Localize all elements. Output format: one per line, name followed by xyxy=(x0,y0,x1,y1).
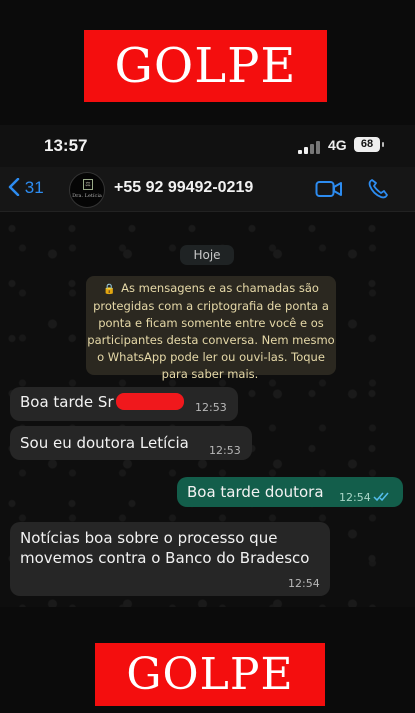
unread-count: 31 xyxy=(24,178,44,197)
signal-icon xyxy=(298,140,320,154)
double-check-icon xyxy=(373,492,389,502)
date-badge: Hoje xyxy=(180,245,234,265)
message-bubble[interactable]: Boa tarde doutora 12:54 xyxy=(177,477,403,507)
back-button[interactable]: 31 xyxy=(8,177,44,198)
message-bubble[interactable]: Boa tarde Sr 12:53 xyxy=(10,387,238,421)
message-bubble[interactable]: Notícias boa sobre o processo que movemo… xyxy=(10,522,330,596)
scam-warning-banner-bottom: GOLPE xyxy=(95,643,325,706)
encryption-text: As mensagens e as chamadas são protegida… xyxy=(87,281,335,381)
lock-icon: 🔒 xyxy=(103,284,116,295)
chat-area[interactable]: Hoje 🔒 As mensagens e as chamadas são pr… xyxy=(0,212,415,607)
phone-call-icon[interactable] xyxy=(367,178,389,204)
chat-header: 31 ⚖ Dra. Letícia +55 92 99492-0219 xyxy=(0,167,415,212)
message-text: Sou eu doutora Letícia xyxy=(20,434,189,452)
avatar-name: Dra. Letícia xyxy=(72,193,102,199)
video-call-icon[interactable] xyxy=(315,179,343,203)
network-type: 4G xyxy=(328,137,347,153)
message-text: Boa tarde Sr xyxy=(20,393,184,411)
message-time: 12:54 xyxy=(288,577,320,590)
message-text: Boa tarde doutora xyxy=(187,483,324,501)
message-text: Notícias boa sobre o processo que movemo… xyxy=(20,529,310,567)
message-time: 12:53 xyxy=(195,401,227,414)
message-time: 12:53 xyxy=(209,444,241,457)
avatar[interactable]: ⚖ Dra. Letícia xyxy=(69,172,105,208)
status-bar: 13:57 4G 68 xyxy=(0,125,415,167)
redaction-mark xyxy=(115,393,184,410)
chevron-left-icon xyxy=(8,177,20,197)
scam-warning-banner-top: GOLPE xyxy=(84,30,327,102)
logo-monogram: ⚖ xyxy=(83,179,93,190)
message-bubble[interactable]: Sou eu doutora Letícia 12:53 xyxy=(10,426,252,460)
clock: 13:57 xyxy=(44,136,88,155)
message-time: 12:54 xyxy=(339,491,371,504)
contact-name[interactable]: +55 92 99492-0219 xyxy=(114,179,253,197)
battery-icon: 68 xyxy=(354,137,384,152)
whatsapp-screenshot: 13:57 4G 68 31 ⚖ Dra. Letícia +55 92 994… xyxy=(0,125,415,607)
encryption-notice[interactable]: 🔒 As mensagens e as chamadas são protegi… xyxy=(86,276,336,381)
